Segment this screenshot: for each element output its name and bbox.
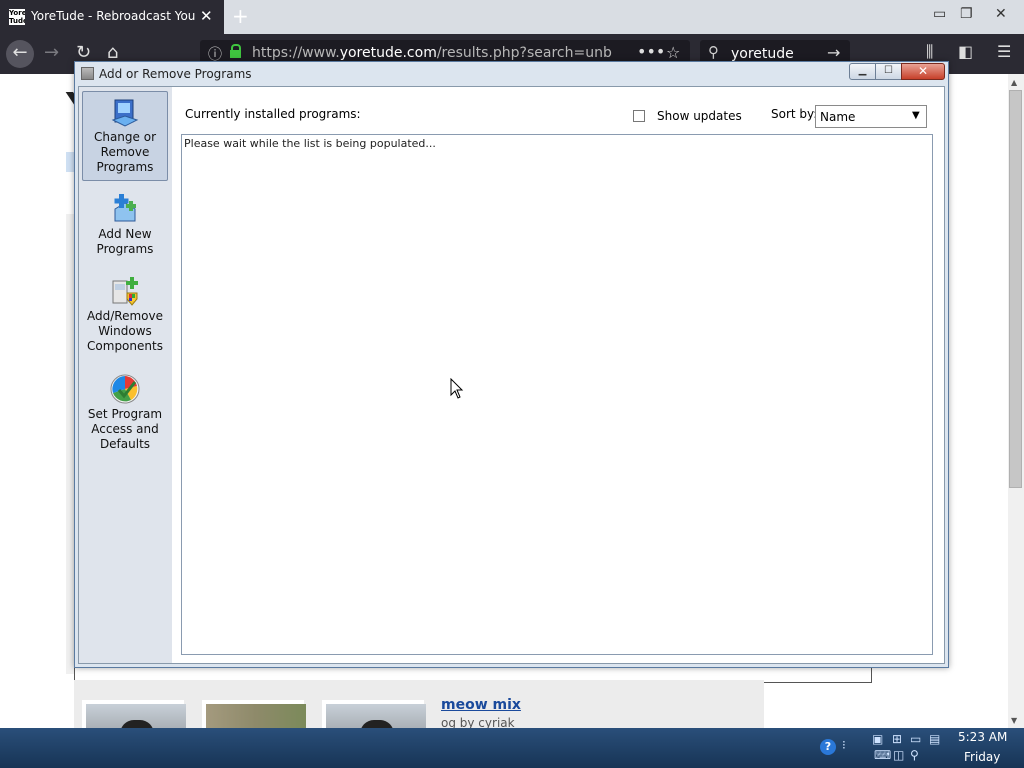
window-title-bar[interactable]: Add or Remove Programs ▁ ☐ ✕: [75, 62, 948, 86]
search-go-icon[interactable]: →: [827, 43, 840, 62]
add-new-programs-icon: [109, 193, 141, 225]
add-remove-programs-window: Add or Remove Programs ▁ ☐ ✕ Change or R…: [74, 61, 949, 668]
tray-window-icon[interactable]: ◫: [893, 748, 904, 762]
clock-time[interactable]: 5:23 AM: [958, 730, 1007, 744]
window-restore-icon[interactable]: ❐: [960, 6, 973, 22]
page-scrollbar[interactable]: ▲ ▼: [1008, 74, 1024, 728]
help-icon[interactable]: ?: [820, 739, 836, 755]
task-pane: Change or Remove Programs Add New Progra…: [79, 87, 172, 663]
installed-programs-label: Currently installed programs:: [185, 107, 361, 121]
clock-day[interactable]: Friday: [964, 750, 1000, 764]
tray-arrow-icon[interactable]: ⁝: [842, 738, 846, 752]
video-thumbnail[interactable]: [202, 700, 306, 730]
yoretude-favicon-icon: Yore Tude: [9, 9, 25, 25]
video-title-link[interactable]: meow mix: [441, 697, 521, 713]
tray-monitor-icon[interactable]: ▤: [929, 732, 940, 746]
sidebar-icon[interactable]: ◧: [958, 42, 973, 61]
installed-programs-list[interactable]: Please wait while the list is being popu…: [181, 134, 933, 655]
tray-search-icon[interactable]: ⚲: [910, 748, 919, 762]
sort-by-select[interactable]: Name ▼: [815, 105, 927, 128]
tray-display-icon[interactable]: ▭: [910, 732, 921, 746]
search-input[interactable]: yoretude: [731, 46, 794, 62]
window-close-icon[interactable]: ✕: [995, 6, 1007, 22]
tab-close-icon[interactable]: ✕: [200, 7, 213, 25]
scrollbar-thumb[interactable]: [1009, 90, 1022, 488]
lock-icon: [230, 44, 241, 58]
window-client-area: Change or Remove Programs Add New Progra…: [78, 86, 945, 664]
scroll-up-icon[interactable]: ▲: [1011, 78, 1017, 87]
sort-by-value: Name: [820, 110, 856, 124]
mouse-pointer-icon: [450, 377, 464, 403]
windows-components-button[interactable]: Add/Remove Windows Components: [82, 271, 168, 353]
change-remove-programs-button[interactable]: Change or Remove Programs: [82, 91, 168, 181]
sort-by-label: Sort by:: [771, 107, 818, 121]
chevron-down-icon[interactable]: ▼: [912, 110, 920, 121]
library-icon[interactable]: ⫼: [926, 42, 933, 62]
program-access-defaults-button[interactable]: Set Program Access and Defaults: [82, 369, 168, 451]
back-arrow-icon[interactable]: ←: [6, 40, 34, 68]
tray-security-icon[interactable]: ⊞: [892, 732, 902, 746]
maximize-button[interactable]: ☐: [875, 63, 902, 80]
scroll-down-icon[interactable]: ▼: [1011, 716, 1017, 725]
home-icon[interactable]: ⌂: [107, 42, 118, 63]
window-title: Add or Remove Programs: [99, 67, 252, 81]
browser-tab-bar: Yore Tude YoreTude - Rebroadcast Yoursel…: [0, 0, 1024, 34]
change-remove-programs-icon: [109, 96, 141, 128]
programs-main-panel: Currently installed programs: Show updat…: [179, 87, 941, 663]
add-new-programs-button[interactable]: Add New Programs: [82, 189, 168, 257]
tray-keyboard-icon[interactable]: ⌨: [874, 748, 891, 762]
taskbar: ? ⁝ ▣ ⊞ ▭ ▤ ⌨ ◫ ⚲ 5:23 AM Friday: [0, 728, 1024, 768]
new-tab-icon[interactable]: +: [232, 4, 249, 28]
forward-arrow-icon[interactable]: →: [44, 42, 59, 63]
tray-network-icon[interactable]: ▣: [872, 732, 883, 746]
tab-title: YoreTude - Rebroadcast Yourself: [31, 9, 195, 23]
browser-tab[interactable]: Yore Tude YoreTude - Rebroadcast Yoursel…: [0, 0, 224, 34]
close-button[interactable]: ✕: [901, 63, 945, 80]
page-actions-icon[interactable]: •••: [637, 42, 665, 61]
bookmark-star-icon[interactable]: ☆: [666, 43, 680, 62]
show-updates-label[interactable]: Show updates: [657, 109, 742, 123]
url-text[interactable]: https://www.yoretude.com/results.php?sea…: [252, 45, 612, 61]
list-loading-message: Please wait while the list is being popu…: [184, 137, 436, 150]
reload-icon[interactable]: ↻: [76, 42, 91, 63]
menu-icon[interactable]: ☰: [997, 42, 1011, 61]
window-minimize-icon[interactable]: ▭: [933, 6, 946, 22]
minimize-button[interactable]: ▁: [849, 63, 876, 80]
control-panel-icon: [81, 67, 94, 80]
search-icon: ⚲: [708, 43, 719, 61]
windows-components-icon: [109, 275, 141, 307]
show-updates-checkbox[interactable]: [633, 110, 645, 122]
video-thumbnail[interactable]: [322, 700, 426, 734]
program-access-defaults-icon: [109, 373, 141, 405]
video-thumbnail[interactable]: [82, 700, 186, 734]
